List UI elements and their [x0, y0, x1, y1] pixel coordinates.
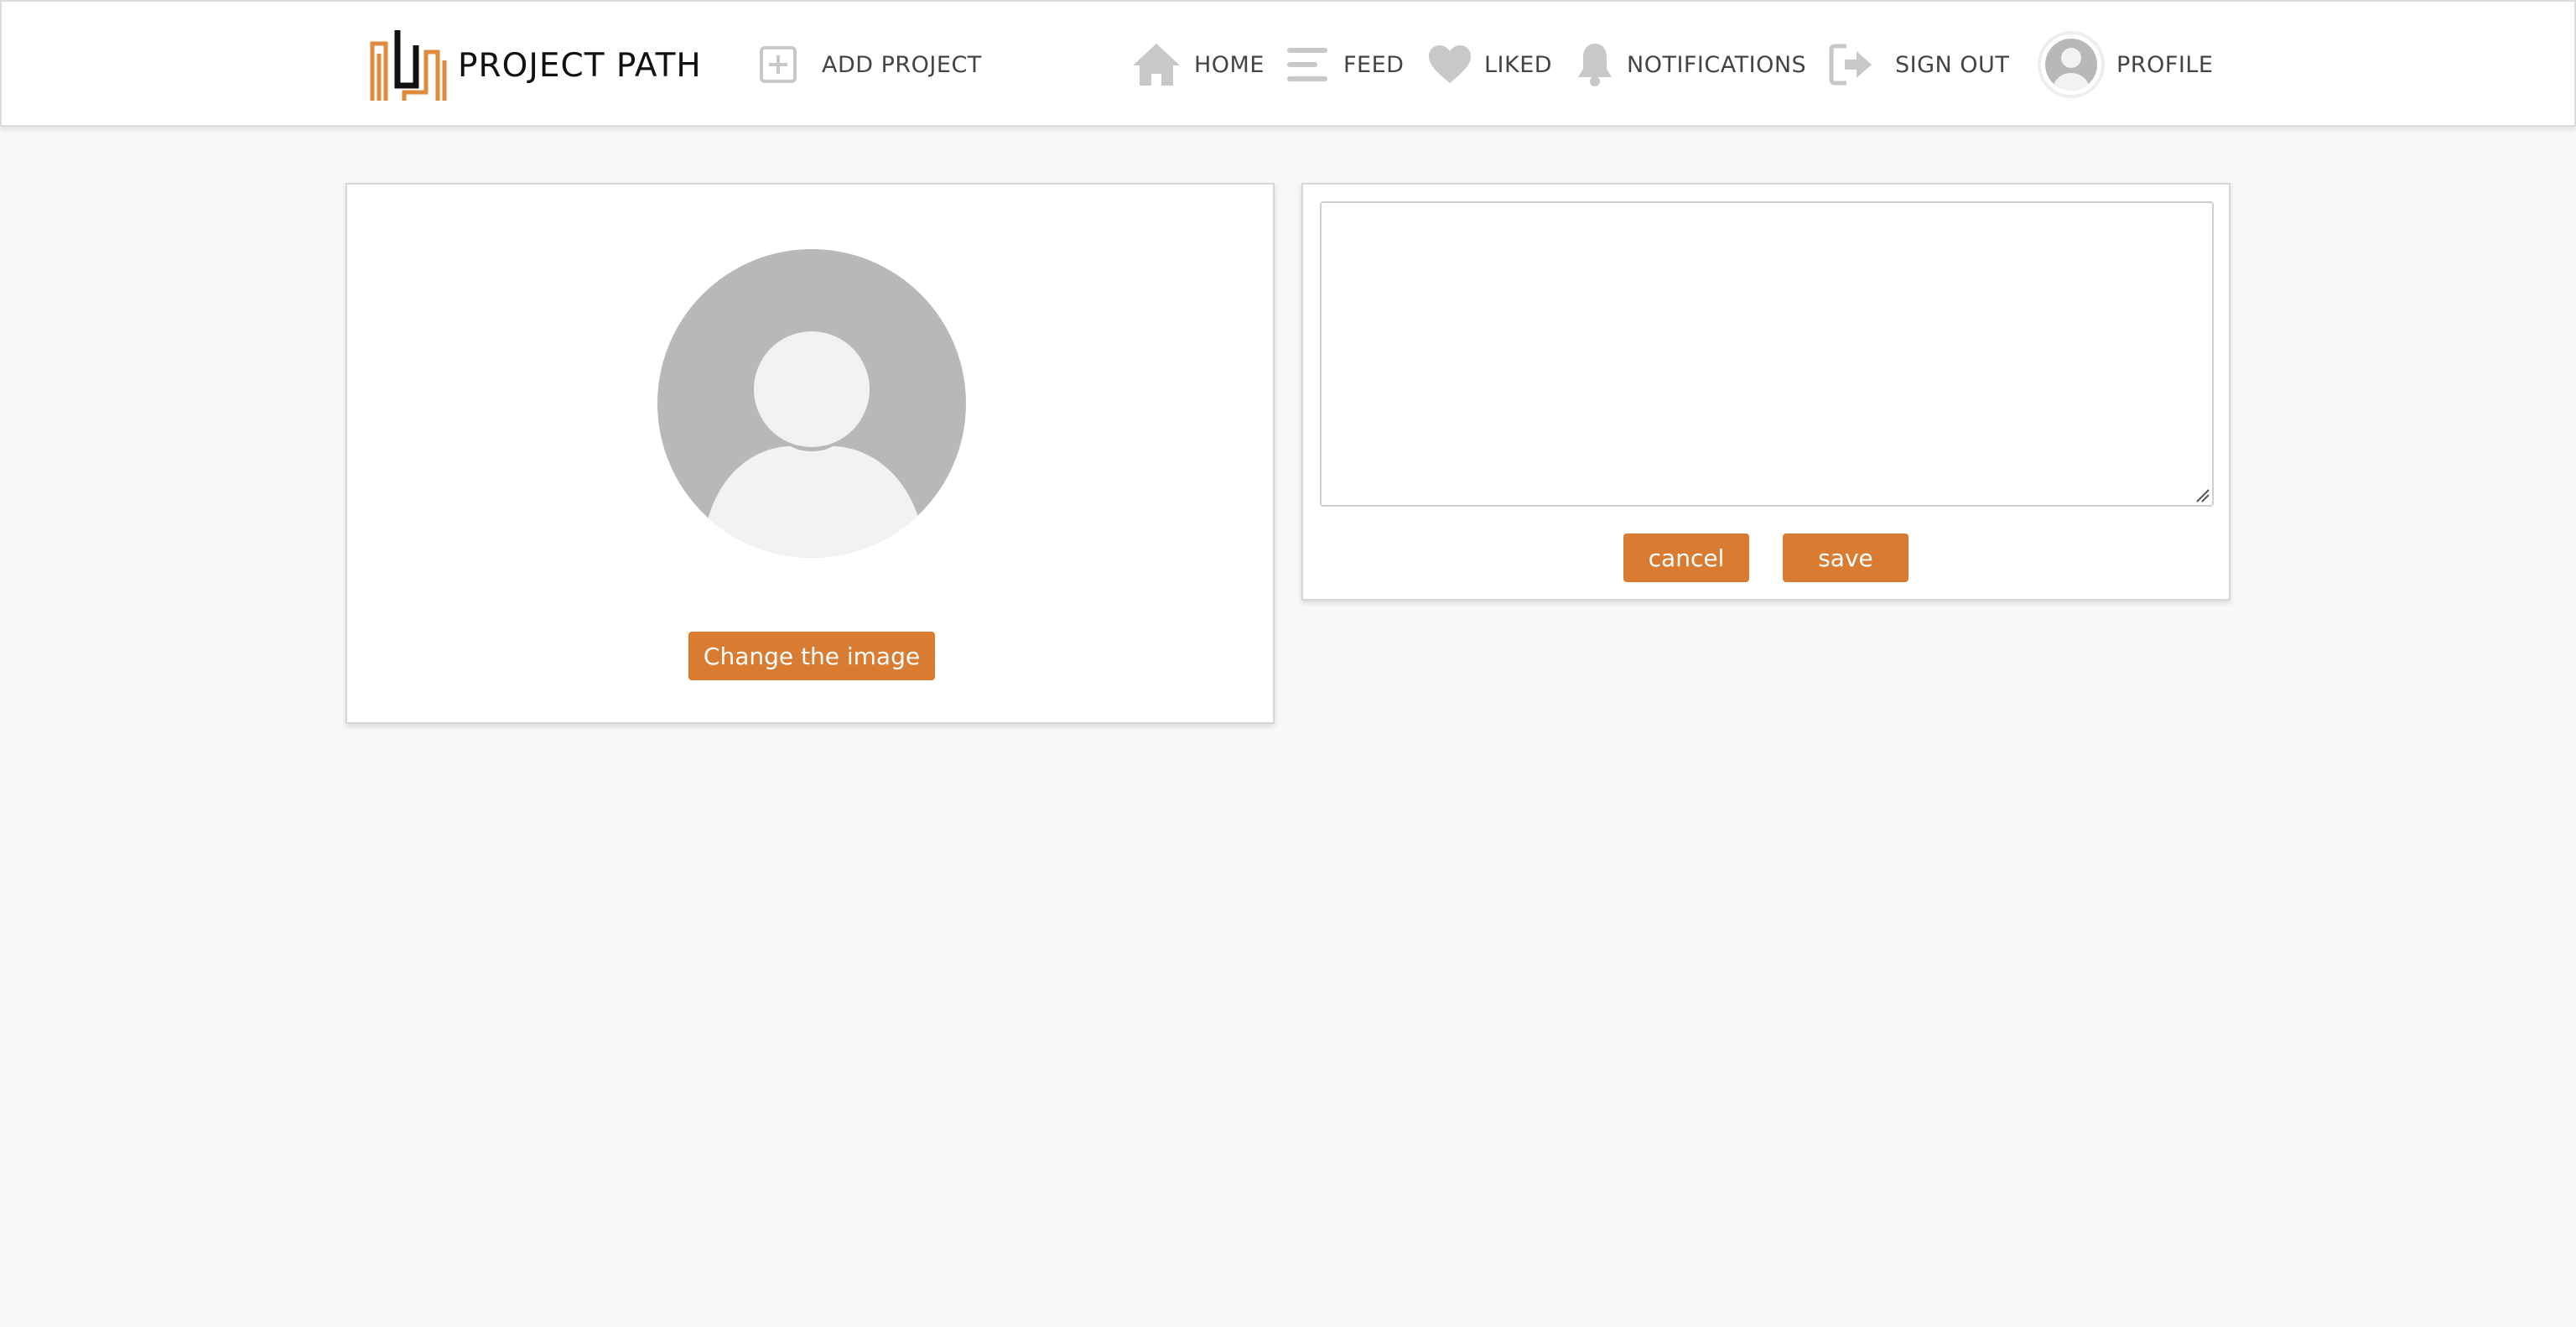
- building-logo-icon: [370, 30, 447, 101]
- resize-grip-icon[interactable]: [2194, 487, 2210, 503]
- menu-lines-icon: [1286, 44, 1328, 86]
- nav-profile[interactable]: PROFILE: [2038, 31, 2214, 98]
- bio-editor-card: cancel save: [1301, 183, 2231, 601]
- nav-liked-label: LIKED: [1484, 51, 1553, 78]
- top-navbar: PROJECT PATH ADD PROJECT HOME FEED LIKED…: [0, 0, 2576, 127]
- home-icon: [1130, 39, 1182, 91]
- nav-feed[interactable]: FEED: [1286, 35, 1404, 94]
- nav-add-project-label: ADD PROJECT: [822, 51, 982, 78]
- nav-feed-label: FEED: [1343, 51, 1405, 78]
- save-button[interactable]: save: [1783, 533, 1909, 582]
- cancel-button[interactable]: cancel: [1623, 533, 1749, 582]
- bell-icon: [1575, 41, 1615, 88]
- nav-notifications[interactable]: NOTIFICATIONS: [1575, 35, 1806, 94]
- nav-profile-label: PROFILE: [2116, 51, 2214, 78]
- user-placeholder-icon: [657, 249, 966, 558]
- avatar-icon: [2038, 31, 2105, 98]
- nav-home-label: HOME: [1194, 51, 1265, 78]
- brand-name: PROJECT PATH: [458, 46, 702, 85]
- nav-home[interactable]: HOME: [1130, 35, 1265, 94]
- nav-liked[interactable]: LIKED: [1427, 35, 1552, 94]
- nav-notifications-label: NOTIFICATIONS: [1627, 51, 1807, 78]
- heart-icon: [1427, 44, 1472, 86]
- nav-add-project[interactable]: ADD PROJECT: [756, 35, 982, 94]
- plus-square-icon: [756, 43, 800, 86]
- bio-textarea[interactable]: [1320, 201, 2214, 507]
- brand[interactable]: PROJECT PATH: [367, 27, 702, 104]
- profile-image-card: Change the image: [345, 183, 1275, 724]
- sign-out-icon: [1828, 42, 1875, 87]
- nav-sign-out-label: SIGN OUT: [1895, 51, 2010, 78]
- nav-sign-out[interactable]: SIGN OUT: [1828, 35, 2009, 94]
- change-image-button[interactable]: Change the image: [688, 632, 935, 680]
